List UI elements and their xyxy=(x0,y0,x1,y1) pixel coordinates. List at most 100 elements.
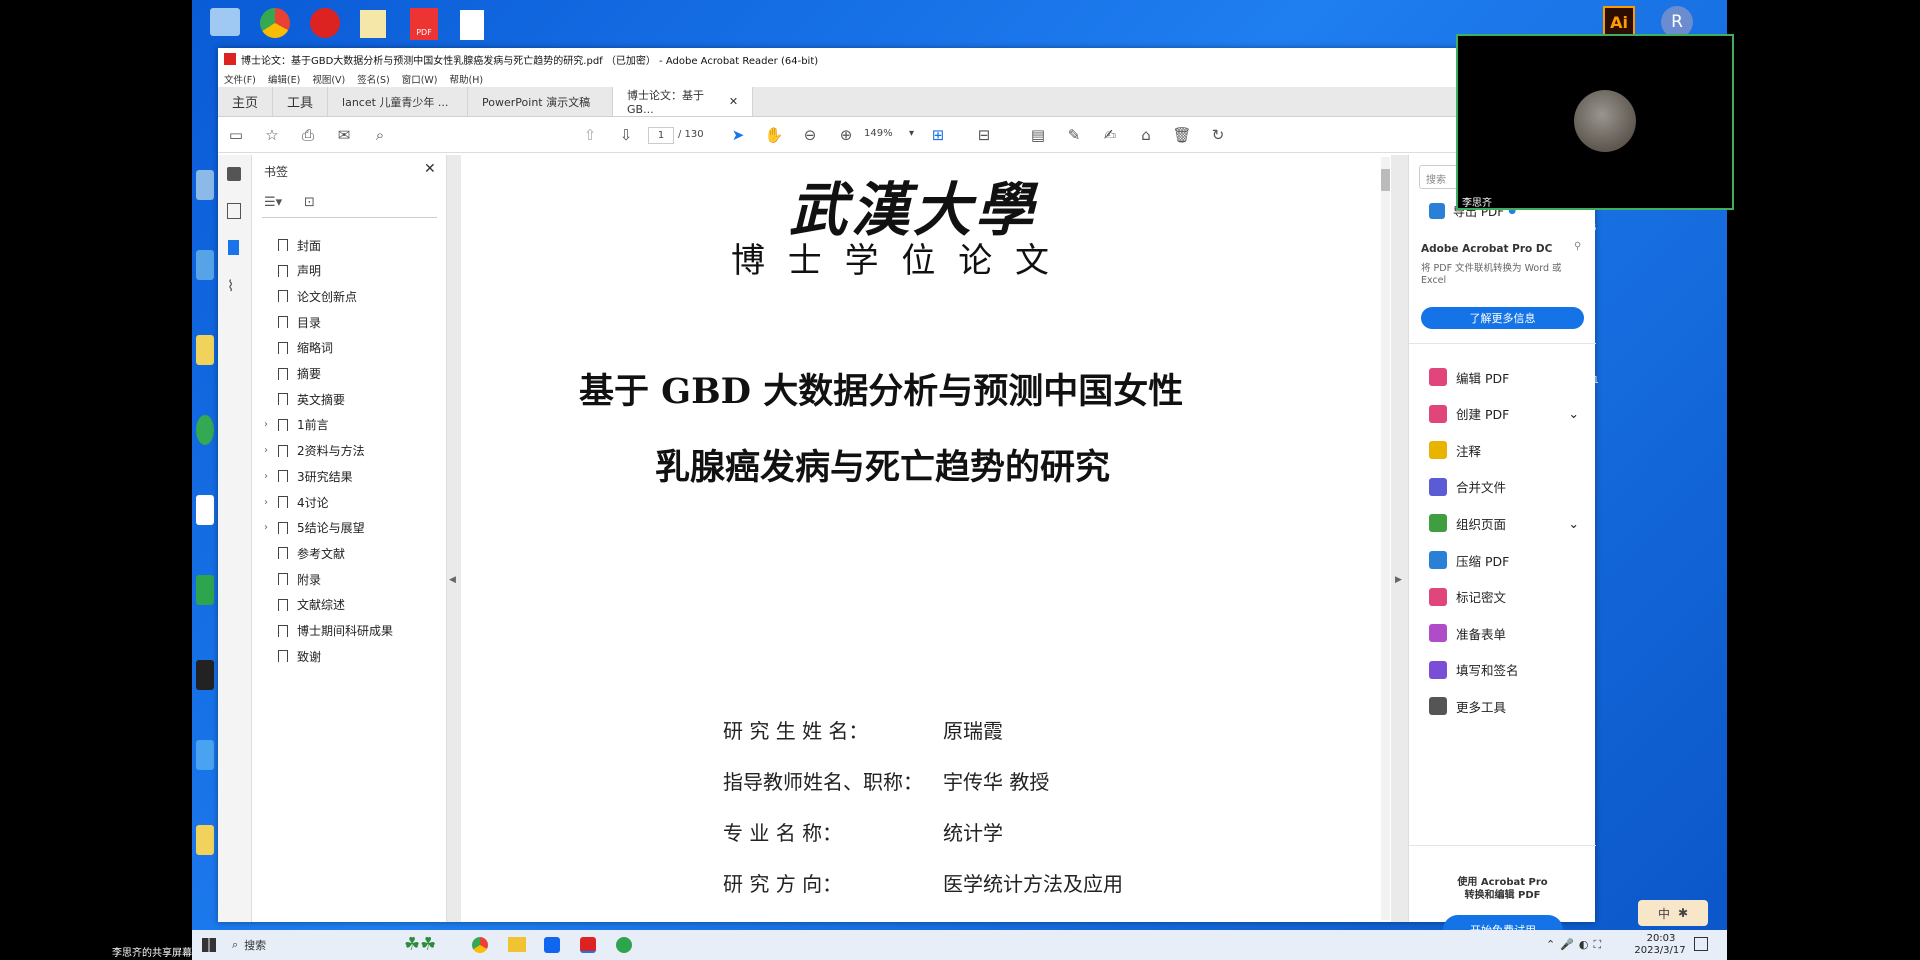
bookmark-item[interactable]: 摘要 xyxy=(264,364,321,384)
taskbar-search[interactable]: ⌕ 搜索 xyxy=(232,934,407,956)
prev-page-icon[interactable]: ⇧ xyxy=(580,125,600,145)
bookmark-item[interactable]: 缩略词 xyxy=(264,338,333,358)
chrome-icon[interactable] xyxy=(260,8,290,38)
chevron-right-icon[interactable]: › xyxy=(264,497,278,508)
zoom-select[interactable]: 149% ▾ xyxy=(864,128,914,139)
bookmark-item[interactable]: 目录 xyxy=(264,312,321,332)
scroll-mode-icon[interactable]: ⊟ xyxy=(974,125,994,145)
tool-item[interactable]: 填写和签名 xyxy=(1429,658,1579,682)
desktop-app-icon[interactable] xyxy=(196,660,214,690)
close-panel-icon[interactable]: ✕ xyxy=(424,161,436,177)
close-tab-icon[interactable]: ✕ xyxy=(729,95,738,108)
bookmark-item[interactable]: 博士期间科研成果 xyxy=(264,621,393,641)
scrollbar-thumb[interactable] xyxy=(1381,169,1390,191)
menu-file[interactable]: 文件(F) xyxy=(224,72,256,86)
add-bookmark-icon[interactable]: ⊡ xyxy=(304,195,315,210)
tab-doc-ppt[interactable]: PowerPoint 演示文稿 xyxy=(468,87,614,116)
desktop-app-icon[interactable] xyxy=(196,740,214,770)
zoom-out-icon[interactable]: ⊖ xyxy=(800,125,820,145)
bookmark-item[interactable]: 文献综述 xyxy=(264,595,345,615)
desktop-app-icon[interactable] xyxy=(196,250,214,280)
tool-item[interactable]: 组织页面 ⌄ xyxy=(1429,511,1579,535)
collapse-right-icon[interactable]: ▶ xyxy=(1395,575,1402,585)
bookmark-icon[interactable] xyxy=(228,240,239,255)
tool-item[interactable]: 标记密文 xyxy=(1429,585,1579,609)
comment-icon[interactable]: ▤ xyxy=(1028,125,1048,145)
next-page-icon[interactable]: ⇩ xyxy=(616,125,636,145)
clock-date[interactable]: 2023/3/17 xyxy=(1628,945,1692,956)
tool-item[interactable]: 注释 xyxy=(1429,438,1579,462)
bookmark-item[interactable]: 致谢 xyxy=(264,646,321,666)
chrome-taskbar-icon[interactable] xyxy=(472,937,488,953)
bookmark-item[interactable]: › 4讨论 xyxy=(264,492,329,512)
menu-edit[interactable]: 编辑(E) xyxy=(268,72,300,86)
zoom-in-icon[interactable]: ⊕ xyxy=(836,125,856,145)
menu-window[interactable]: 窗口(W) xyxy=(402,72,438,86)
tool-item[interactable]: 准备表单 xyxy=(1429,621,1579,645)
fit-page-icon[interactable]: ⊞ xyxy=(928,125,948,145)
save-icon[interactable]: ▭ xyxy=(226,125,246,145)
bookmark-item[interactable]: 论文创新点 xyxy=(264,286,357,306)
print-icon[interactable]: ⎙ xyxy=(298,125,318,145)
tool-item[interactable]: 压缩 PDF xyxy=(1429,548,1579,572)
meeting-taskbar-icon[interactable] xyxy=(544,937,560,953)
computer-icon[interactable] xyxy=(210,8,240,36)
desktop-app-icon[interactable] xyxy=(196,415,214,445)
acrobat-taskbar-icon[interactable] xyxy=(580,937,596,953)
select-cursor-icon[interactable]: ➤ xyxy=(728,125,748,145)
pages-icon[interactable] xyxy=(227,203,241,219)
ime-widget[interactable]: 中 ✱ xyxy=(1638,900,1708,926)
desktop-app-icon[interactable] xyxy=(196,170,214,200)
pdf-icon[interactable]: PDF xyxy=(410,8,438,40)
bookmark-item[interactable]: › 3研究结果 xyxy=(264,466,353,486)
start-icon[interactable] xyxy=(202,938,216,952)
collapse-left-icon[interactable]: ◀ xyxy=(449,575,456,585)
tool-item[interactable]: 创建 PDF ⌄ xyxy=(1429,402,1579,426)
wechat-taskbar-icon[interactable] xyxy=(616,937,632,953)
bookmark-options-icon[interactable]: ☰▾ xyxy=(264,195,282,210)
desktop-app-icon[interactable] xyxy=(196,575,214,605)
desktop-app-icon[interactable] xyxy=(196,495,214,525)
lock-icon[interactable] xyxy=(227,167,241,181)
tab-doc-thesis[interactable]: 博士论文：基于GB... ✕ xyxy=(613,87,754,116)
sign-icon[interactable]: ✍ xyxy=(1100,125,1120,145)
tool-item[interactable]: 编辑 PDF xyxy=(1429,365,1579,389)
chevron-right-icon[interactable]: › xyxy=(264,471,278,482)
attachment-icon[interactable]: ⌇ xyxy=(227,277,234,295)
tray-icons[interactable]: ⌃🎤◐⛶ xyxy=(1546,938,1606,952)
stamp-icon[interactable]: ⌂ xyxy=(1136,125,1156,145)
highlight-icon[interactable]: ✎ xyxy=(1064,125,1084,145)
bookmark-item[interactable]: › 2资料与方法 xyxy=(264,441,365,461)
bookmark-item[interactable]: › 5结论与展望 xyxy=(264,518,365,538)
learn-more-button[interactable]: 了解更多信息 xyxy=(1421,307,1584,329)
bookmark-item[interactable]: 参考文献 xyxy=(264,543,345,563)
star-icon[interactable]: ☆ xyxy=(262,125,282,145)
menu-help[interactable]: 帮助(H) xyxy=(450,72,484,86)
chevron-down-icon[interactable]: ⌄ xyxy=(1569,406,1579,421)
folder-icon[interactable] xyxy=(360,10,386,38)
menu-view[interactable]: 视图(V) xyxy=(312,72,345,86)
tool-item[interactable]: 合并文件 xyxy=(1429,475,1579,499)
hand-icon[interactable]: ✋ xyxy=(764,125,784,145)
notification-icon[interactable] xyxy=(1694,937,1708,951)
bookmark-item[interactable]: › 1前言 xyxy=(264,415,329,435)
tool-item[interactable]: 更多工具 xyxy=(1429,694,1579,718)
tab-tools[interactable]: 工具 xyxy=(273,87,329,116)
bookmark-item[interactable]: 封面 xyxy=(264,235,321,255)
menu-sign[interactable]: 签名(S) xyxy=(357,72,389,86)
chevron-right-icon[interactable]: › xyxy=(264,445,278,456)
tab-doc-lancet[interactable]: lancet 儿童青少年 ... xyxy=(328,87,469,116)
app-icon[interactable] xyxy=(310,8,340,38)
chevron-down-icon[interactable]: ⌄ xyxy=(1569,516,1579,531)
clock-time[interactable]: 20:03 xyxy=(1636,933,1686,944)
bookmark-item[interactable]: 英文摘要 xyxy=(264,389,345,409)
search-icon[interactable]: ⌕ xyxy=(370,125,390,145)
mail-icon[interactable]: ✉ xyxy=(334,125,354,145)
delete-icon[interactable]: 🗑 xyxy=(1172,125,1192,145)
chevron-right-icon[interactable]: › xyxy=(264,419,278,430)
page-number-input[interactable]: 1 xyxy=(648,127,674,144)
desktop-app-icon[interactable] xyxy=(196,825,214,855)
explorer-taskbar-icon[interactable] xyxy=(508,937,526,952)
tab-home[interactable]: 主页 xyxy=(218,87,274,116)
rotate-icon[interactable]: ↻ xyxy=(1208,125,1228,145)
